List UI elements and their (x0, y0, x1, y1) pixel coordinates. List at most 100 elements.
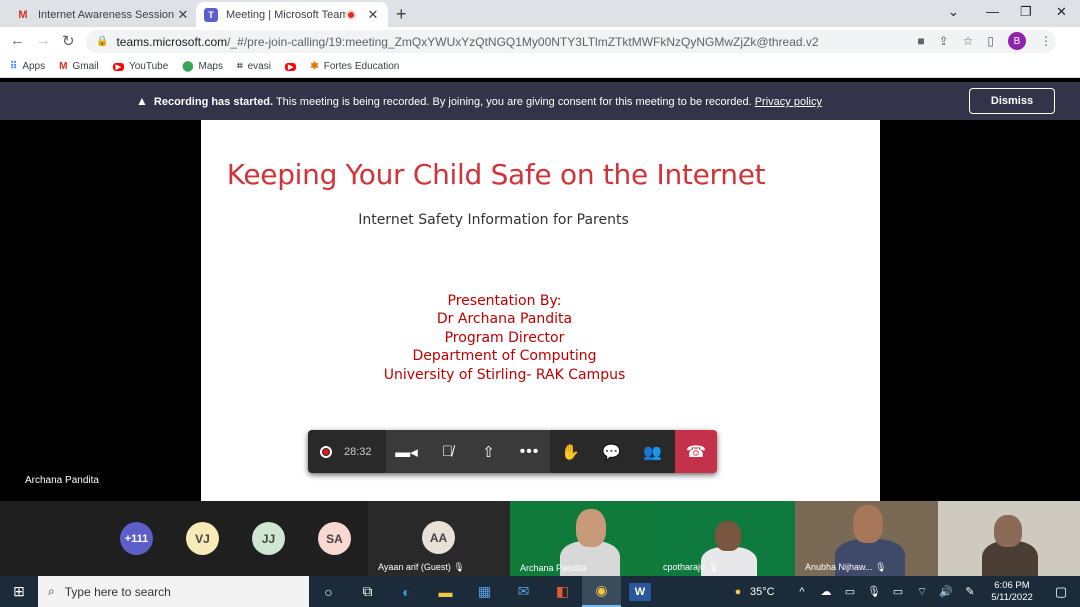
battery-icon[interactable]: ▭ (886, 585, 910, 598)
participant-tile[interactable]: Archana Pandita (510, 501, 653, 576)
tab-internet-awareness[interactable]: M Internet Awareness Session for Pa ✕ (8, 2, 198, 27)
word-icon[interactable]: W (629, 582, 651, 601)
raise-hand-button[interactable]: ✋ (550, 430, 591, 473)
participant-name: cpotharaju 🎙 (663, 562, 719, 572)
avatar[interactable]: JJ (252, 522, 285, 555)
forward-button[interactable]: → (36, 32, 51, 49)
avatar[interactable]: SA (318, 522, 351, 555)
slide-subtitle: Internet Safety Information for Parents (358, 212, 629, 228)
meeting-stage: Keeping Your Child Safe on the Internet … (0, 120, 1080, 501)
more-actions-button[interactable]: ••• (509, 430, 550, 473)
tab-teams-meeting[interactable]: T Meeting | Microsoft Teams ✕ (196, 2, 388, 27)
taskbar-search[interactable]: ⌕ Type here to search (38, 576, 309, 607)
lock-icon: 🔒 (96, 36, 109, 47)
recording-notice: ▲ Recording has started. This meeting is … (136, 94, 822, 108)
participant-face (576, 509, 606, 547)
notification-icon[interactable]: ▢ (1042, 584, 1080, 600)
gmail-icon: M (18, 8, 28, 21)
bookmark-youtube[interactable]: ▶ YouTube (112, 61, 168, 72)
mail-icon[interactable]: ✉ (504, 576, 543, 607)
chevron-up-icon[interactable]: ^ (790, 586, 814, 598)
meeting-toolbar: 28:32 ▬◂ 🎙̸ ⇧ ••• ✋ 💬 👥 ☎ (308, 430, 717, 473)
leave-call-button[interactable]: ☎ (675, 430, 717, 473)
participant-face (715, 521, 741, 551)
bookmark-apps[interactable]: ⠿ Apps (10, 61, 45, 72)
mic-off-icon: 🎙̸ (441, 443, 454, 460)
dismiss-button[interactable]: Dismiss (969, 88, 1055, 114)
overflow-participants-avatar[interactable]: +111 (120, 522, 153, 555)
file-explorer-icon[interactable]: ▬ (426, 576, 465, 607)
department: Department of Computing (412, 348, 597, 365)
task-view-icon[interactable]: ⧉ (348, 576, 387, 607)
bookmark-star-icon[interactable]: ☆ (963, 34, 974, 48)
wifi-icon[interactable]: ⌔ (910, 585, 934, 599)
bookmark-maps[interactable]: ⬤ Maps (182, 61, 223, 72)
office-icon[interactable]: ◧ (543, 576, 582, 607)
profile-avatar[interactable]: B (1008, 32, 1026, 50)
close-window-button[interactable]: ✕ (1056, 4, 1067, 20)
edge-icon[interactable]: ◐ (387, 576, 426, 607)
tab-title: Internet Awareness Session for Pa (38, 8, 176, 21)
participant-face (994, 515, 1022, 547)
chat-button[interactable]: 💬 (591, 430, 632, 473)
meet-now-icon[interactable]: ▭ (838, 585, 862, 598)
bookmark-fortes[interactable]: ✱ Fortes Education (310, 61, 399, 72)
university: University of Stirling- RAK Campus (383, 366, 626, 383)
mic-off-icon: 🎙 (707, 562, 719, 572)
browser-tab-bar: M Internet Awareness Session for Pa ✕ T … (0, 0, 1080, 27)
clock[interactable]: 6:06 PM 5/11/2022 (982, 580, 1042, 604)
menu-icon[interactable]: ⋮ (1040, 34, 1052, 48)
presenter-details: Presentation By: Dr Archana Pandita Prog… (201, 292, 808, 384)
participant-name: Anubha Nijhaw... 🎙 (805, 562, 887, 572)
share-tray-icon: ⇧ (482, 443, 495, 461)
people-icon: 👥 (643, 443, 662, 461)
new-tab-button[interactable]: + (396, 4, 407, 25)
bookmark-youtube-2[interactable]: ▶ (284, 62, 297, 71)
back-button[interactable]: ← (10, 32, 25, 49)
start-button[interactable]: ⊞ (0, 576, 38, 607)
onedrive-icon[interactable]: ☁ (814, 585, 838, 598)
apps-grid-icon: ⠿ (10, 61, 18, 72)
privacy-policy-link[interactable]: Privacy policy (755, 96, 822, 108)
reload-button[interactable]: ↻ (62, 32, 75, 50)
share-icon[interactable]: ⇪ (939, 34, 949, 48)
teams-icon: T (204, 7, 218, 22)
participant-tile[interactable]: cpotharaju 🎙 (653, 501, 795, 576)
microphone-icon[interactable]: 🎙 (862, 585, 886, 598)
url-input[interactable]: 🔒 teams.microsoft.com/_#/pre-join-callin… (86, 30, 1056, 53)
camera-icon[interactable]: ■ (917, 34, 924, 48)
url-text: teams.microsoft.com/_#/pre-join-calling/… (116, 34, 819, 49)
mic-button[interactable]: 🎙̸ (427, 430, 468, 473)
share-screen-button[interactable]: ⇧ (468, 430, 509, 473)
camera-button[interactable]: ▬◂ (386, 430, 427, 473)
participant-tile[interactable]: Anubha Nijhaw... 🎙 (795, 501, 938, 576)
close-tab-icon[interactable]: ✕ (176, 7, 190, 23)
temperature[interactable]: 35°C (750, 586, 790, 598)
gmail-icon: M (59, 61, 68, 72)
search-placeholder: Type here to search (64, 584, 171, 599)
recording-icon (320, 445, 332, 458)
avatar[interactable]: VJ (186, 522, 219, 555)
side-panel-icon[interactable]: ▯ (987, 34, 994, 48)
evasi-icon: ⌗ (236, 61, 243, 72)
presenter-name: Dr Archana Pandita (436, 311, 573, 328)
bookmark-gmail[interactable]: M Gmail (59, 61, 98, 72)
bookmarks-bar: ⠿ Apps M Gmail ▶ YouTube ⬤ Maps ⌗ evasi ▶ ✱ Fo… (0, 56, 1080, 78)
store-icon[interactable]: ▦ (465, 576, 504, 607)
participants-button[interactable]: 👥 (632, 430, 673, 473)
chrome-icon[interactable]: ◉ (582, 576, 621, 607)
participant-face (853, 505, 883, 543)
close-tab-icon[interactable]: ✕ (366, 7, 380, 23)
participant-name: Archana Pandita (520, 563, 587, 573)
bookmark-evasi[interactable]: ⌗ evasi (237, 61, 271, 72)
pen-icon[interactable]: ✎ (958, 585, 982, 598)
participant-tile[interactable]: AA Ayaan arif (Guest) 🎙 (368, 501, 510, 576)
tab-search-icon[interactable]: ⌄ (948, 4, 959, 20)
cortana-icon[interactable]: ○ (309, 576, 348, 607)
windows-taskbar: ⊞ ⌕ Type here to search ○ ⧉ ◐ ▬ ▦ ✉ ◧ ◉ … (0, 576, 1080, 607)
participant-tile[interactable] (938, 501, 1080, 576)
volume-icon[interactable]: 🔊 (934, 585, 958, 598)
mic-off-icon: 🎙 (453, 562, 465, 572)
restore-button[interactable]: ❐ (1020, 4, 1032, 20)
minimize-button[interactable]: — (986, 4, 999, 19)
